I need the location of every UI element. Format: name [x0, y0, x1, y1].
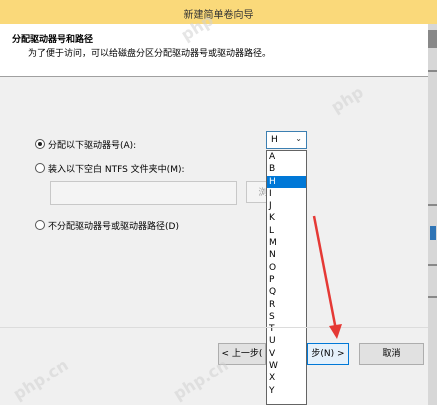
annotation-arrow — [312, 215, 342, 339]
